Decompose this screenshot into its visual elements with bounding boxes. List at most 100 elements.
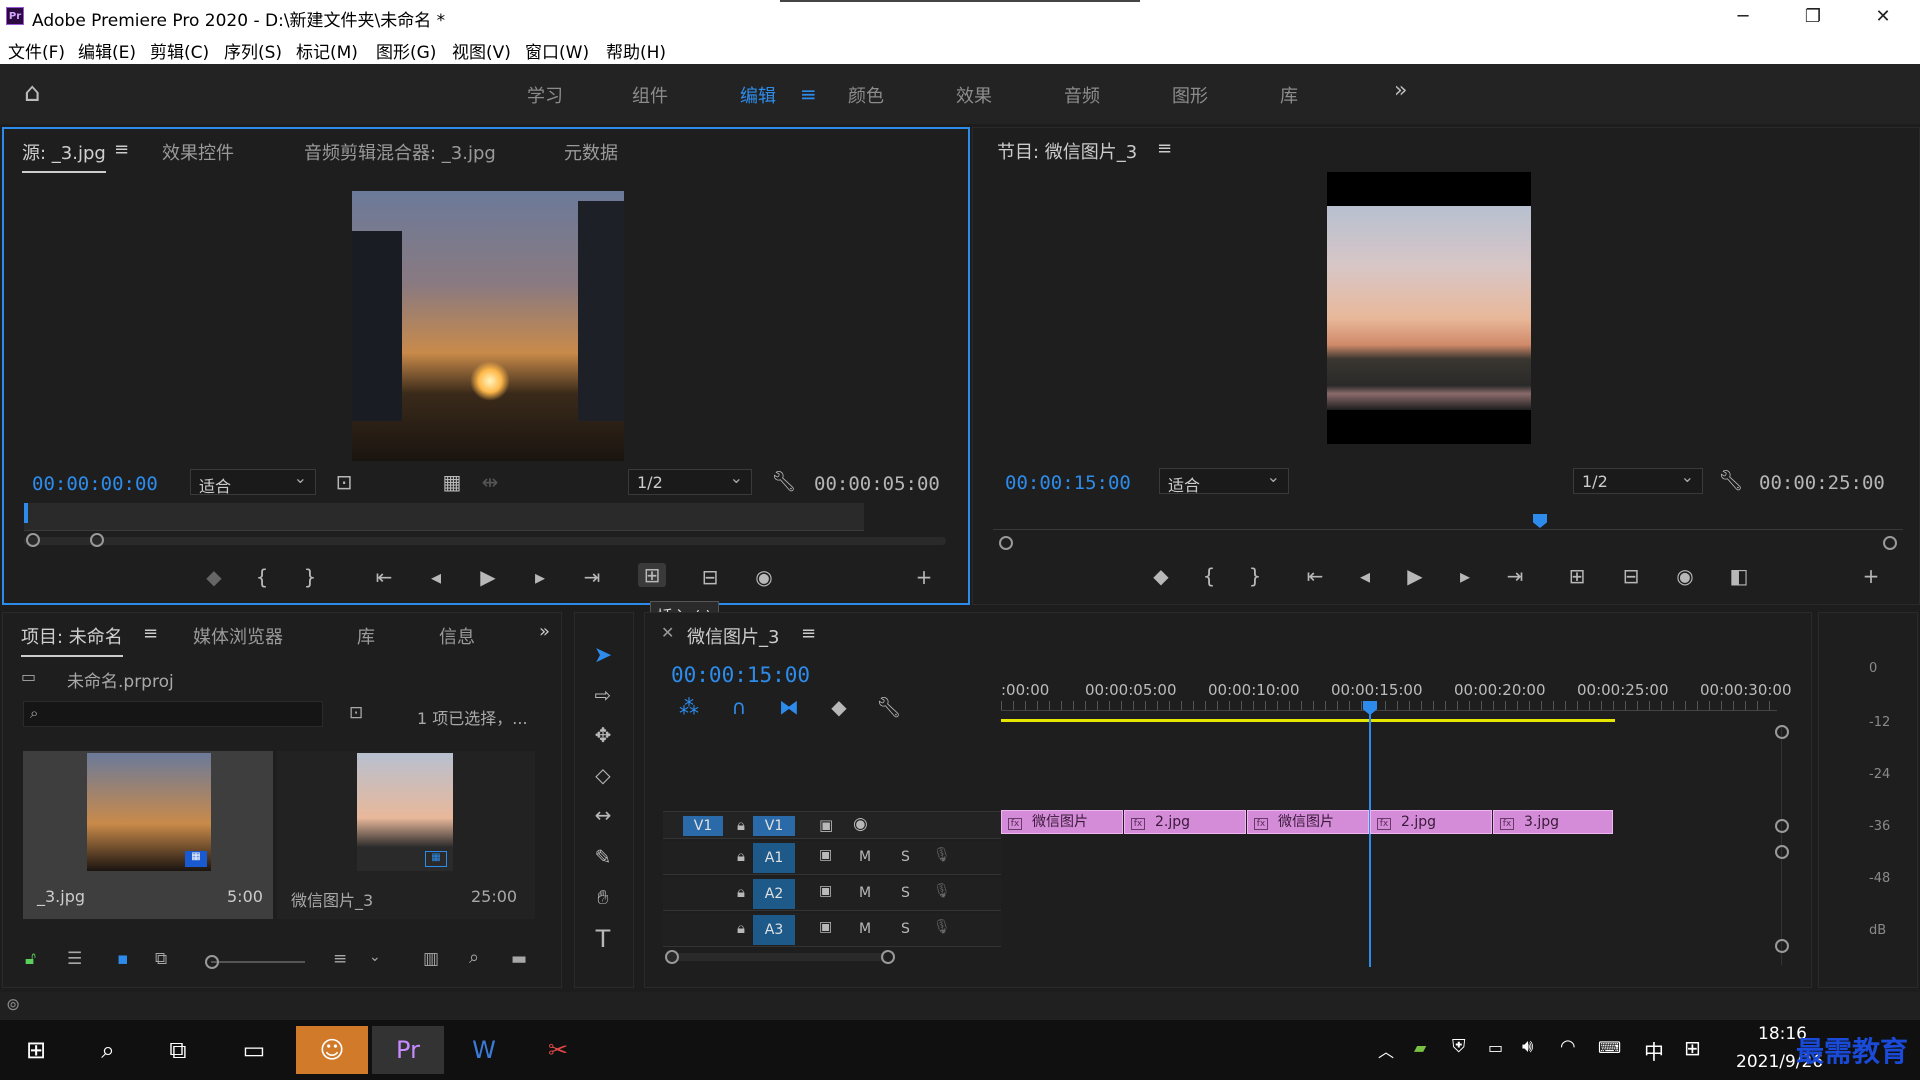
step-forward-icon[interactable]: ▸ [526,565,554,589]
sync-lock-icon[interactable]: ▣ [819,816,833,834]
sync-lock-icon[interactable]: ▣ [819,847,832,863]
nvidia-icon[interactable]: ▰ [1414,1038,1426,1057]
source-panel-menu-icon[interactable]: ≡ [114,139,129,160]
tab-program[interactable]: 节目: 微信图片_3 [997,138,1137,164]
audio-scroll-handle-bottom[interactable] [1775,939,1789,953]
battery-icon[interactable]: ▭ [1488,1038,1503,1057]
razor-tool-icon[interactable]: ◇ [589,763,617,787]
source-settings-wrench-icon[interactable]: 🔧︎ [770,469,798,493]
workspace-libraries[interactable]: 库 [1280,82,1298,108]
cc-sync-icon[interactable]: ⊚ [6,995,20,1015]
clip-wechat-1[interactable]: fx 微信图片 [1001,810,1123,834]
freeform-view-icon[interactable]: ⧉ [155,949,167,969]
program-step-forward-icon[interactable]: ▸ [1451,564,1479,588]
home-icon[interactable]: ⌂ [24,78,41,108]
list-view-icon[interactable]: ☰ [67,949,82,969]
play-icon[interactable]: ▶ [474,565,502,589]
more-workspaces-icon[interactable]: » [1394,78,1407,103]
menu-help[interactable]: 帮助(H) [606,38,666,63]
tab-metadata[interactable]: 元数据 [564,139,618,165]
ime-mode-icon[interactable]: ⊞ [1684,1036,1701,1060]
menu-clip[interactable]: 剪辑(C) [150,38,209,63]
source-resolution-dropdown[interactable]: 1/2 [628,468,752,495]
close-sequence-icon[interactable]: ✕ [661,623,674,642]
new-bin-from-search-icon[interactable]: ⊡ [349,703,363,723]
source-playhead[interactable] [24,503,28,523]
timeline-zoom-handle-right[interactable] [881,950,895,964]
program-go-to-out-icon[interactable]: ⇥ [1501,564,1529,588]
menu-edit[interactable]: 编辑(E) [78,38,136,63]
program-panel-menu-icon[interactable]: ≡ [1157,138,1172,159]
mark-out-icon[interactable]: } [296,565,324,589]
audio-scroll-handle-top[interactable] [1775,845,1789,859]
screen-capture-icon[interactable]: ✂ [528,1026,588,1074]
sync-lock-icon[interactable]: ▣ [819,919,832,935]
project-item-3jpg[interactable]: ▦ _3.jpg 5:00 [23,751,273,919]
new-bin-icon[interactable]: ▬ [511,949,527,969]
comparison-view-icon[interactable]: ◧ [1725,564,1753,588]
workspace-editing[interactable]: 编辑 [740,82,776,108]
program-step-back-icon[interactable]: ◂ [1351,564,1379,588]
solo-button[interactable]: S [901,885,910,901]
go-to-out-icon[interactable]: ⇥ [578,565,606,589]
selection-tool-icon[interactable]: ➤ [589,643,617,668]
lock-icon[interactable]: 🔓︎ [25,949,36,969]
project-search-input[interactable]: ⌕ [23,701,323,727]
track-lock-icon[interactable]: 🔒︎ [737,847,745,865]
restore-button[interactable]: ❐ [1788,4,1838,30]
word-icon[interactable]: W [448,1026,520,1074]
workspace-graphics[interactable]: 图形 [1172,82,1208,108]
timeline-zoom-bar[interactable] [665,950,1765,964]
timeline-settings-wrench-icon[interactable]: 🔧︎ [875,695,903,719]
track-target-a3[interactable]: A3 [753,915,795,945]
button-editor-plus-icon[interactable]: + [910,565,938,589]
find-icon[interactable]: ⌕ [469,947,479,968]
step-back-icon[interactable]: ◂ [422,565,450,589]
snap-magnet-icon[interactable]: ∩ [725,695,753,719]
type-tool-icon[interactable]: T [589,925,617,953]
tab-libraries[interactable]: 库 [357,623,375,649]
timeline-timecode[interactable]: 00:00:15:00 [671,663,810,687]
program-time-ruler[interactable] [993,516,1903,530]
track-target-v1[interactable]: V1 [753,816,795,836]
workspace-assembly[interactable]: 组件 [632,82,668,108]
program-mark-in-icon[interactable]: { [1195,564,1223,588]
voiceover-mic-icon[interactable]: 🎙︎ [933,919,951,935]
menu-marker[interactable]: 标记(M) [296,38,358,63]
drag-audio-icon[interactable]: ⇹ [476,470,504,494]
video-scroll-handle-top[interactable] [1775,725,1789,739]
tab-info[interactable]: 信息 [439,623,475,649]
tab-media-browser[interactable]: 媒体浏览器 [193,623,283,649]
voiceover-mic-icon[interactable]: 🎙︎ [933,847,951,863]
task-view-icon[interactable]: ⧉ [154,1026,202,1074]
workspace-effects[interactable]: 效果 [956,82,992,108]
workspace-menu-icon[interactable]: ≡ [800,82,817,106]
sync-lock-icon[interactable]: ▣ [819,883,832,899]
tab-sequence[interactable]: 微信图片_3 [687,623,779,649]
workspace-color[interactable]: 颜色 [848,82,884,108]
timeline-add-marker-icon[interactable]: ◆ [825,695,853,719]
drag-video-icon[interactable]: ▦ [438,470,466,494]
volume-icon[interactable]: 🔊︎ [1522,1036,1533,1057]
overwrite-icon[interactable]: ⊟ [696,565,724,589]
tab-effect-controls[interactable]: 效果控件 [162,139,234,165]
source-zoom-bar[interactable] [24,537,946,545]
tab-project[interactable]: 项目: 未命名 [21,623,123,657]
workspace-audio[interactable]: 音频 [1064,82,1100,108]
security-shield-icon[interactable]: ⛨ [1452,1036,1466,1057]
program-add-marker-icon[interactable]: ◆ [1147,564,1175,588]
automate-sequence-icon[interactable]: ▥ [423,949,439,969]
thumbnail-size-slider[interactable] [211,961,305,963]
windows-start-icon[interactable]: ⊞ [12,1026,60,1074]
track-select-tool-icon[interactable]: ⇨ [589,683,617,707]
mute-button[interactable]: M [859,885,871,901]
source-timecode[interactable]: 00:00:00:00 [32,473,158,495]
extract-icon[interactable]: ⊟ [1617,564,1645,588]
work-area-bar[interactable] [1001,719,1615,722]
wifi-icon[interactable]: ◠ [1560,1036,1576,1057]
clip-3jpg[interactable]: fx 3.jpg [1493,810,1613,834]
program-mark-out-icon[interactable]: } [1241,564,1269,588]
program-export-frame-icon[interactable]: ◉ [1671,564,1699,588]
program-resolution-dropdown[interactable]: 1/2 [1573,467,1703,494]
linked-selection-icon[interactable]: ⧓ [775,695,803,719]
